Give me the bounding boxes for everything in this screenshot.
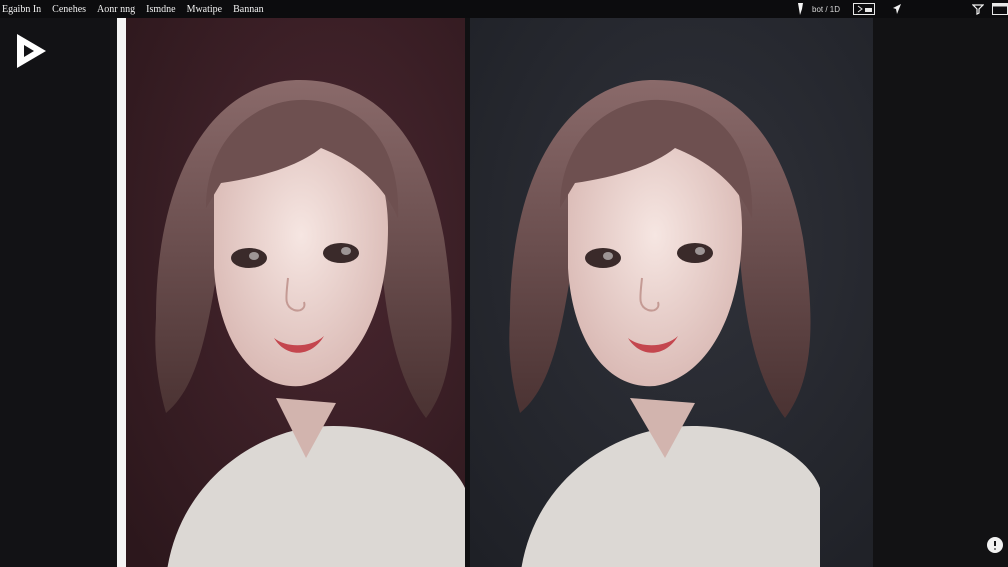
comparison-image-after <box>470 18 873 567</box>
pin-icon[interactable] <box>795 2 805 16</box>
comparison-image-before <box>126 18 465 567</box>
portrait-illustration-right <box>470 18 873 567</box>
menu-item-2[interactable]: Cenehes <box>52 4 86 15</box>
split-divider-handle[interactable] <box>117 18 126 567</box>
menu: Egaibn In Cenehes Aonr nng Ismdne Mwatip… <box>0 4 264 15</box>
menu-item-5[interactable]: Mwatipe <box>187 4 223 15</box>
right-sidebar <box>873 18 1008 567</box>
counter-label: bot / 1D <box>812 4 841 14</box>
help-icon[interactable] <box>986 536 1004 554</box>
window-icon[interactable] <box>992 2 1008 16</box>
filter-icon[interactable] <box>972 2 984 16</box>
menu-item-1[interactable]: Egaibn In <box>2 4 41 15</box>
menu-item-6[interactable]: Bannan <box>233 4 264 15</box>
top-menu-bar: Egaibn In Cenehes Aonr nng Ismdne Mwatip… <box>0 0 1008 18</box>
menu-item-3[interactable]: Aonr nng <box>97 4 135 15</box>
picture-in-picture-icon[interactable] <box>853 2 875 16</box>
menu-item-4[interactable]: Ismdne <box>146 4 175 15</box>
play-triangle-icon[interactable] <box>14 32 48 70</box>
cursor-arrow-icon[interactable] <box>892 2 902 16</box>
portrait-illustration-left <box>126 18 465 567</box>
left-sidebar <box>0 18 116 567</box>
